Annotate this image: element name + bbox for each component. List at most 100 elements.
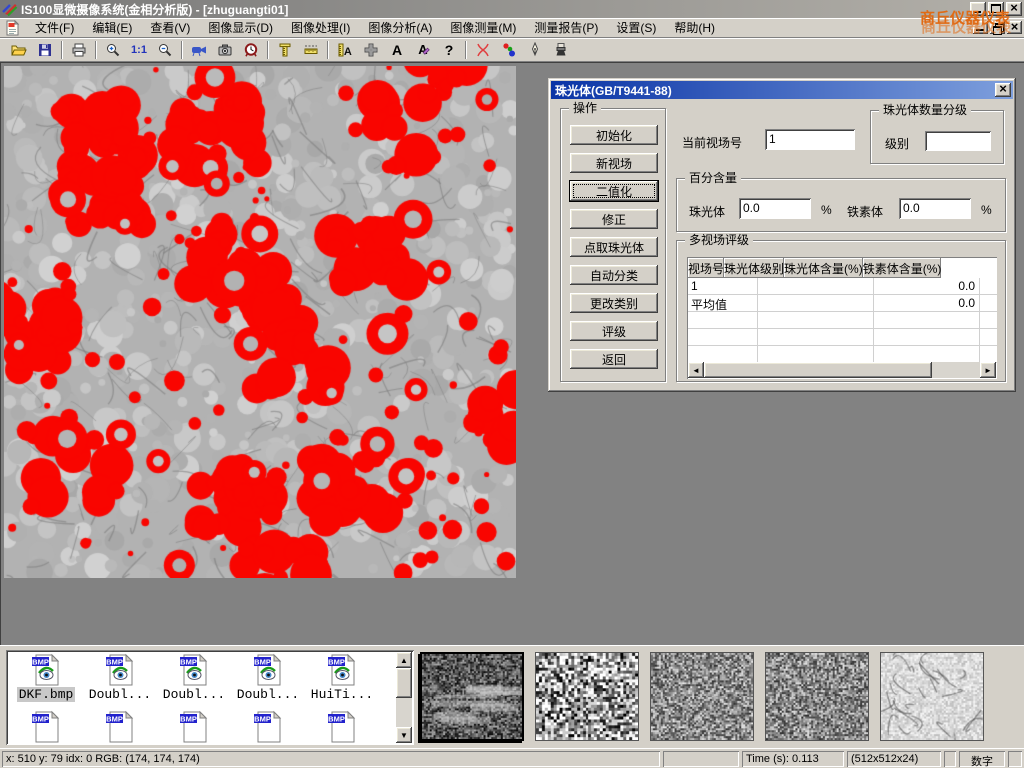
menu-item[interactable]: 文件(F) <box>26 17 83 38</box>
vscroll-thumb[interactable] <box>396 668 412 698</box>
file-item[interactable]: BMP Doubl... <box>231 653 305 702</box>
operation-button[interactable]: 评级 <box>570 321 658 341</box>
brush-icon <box>553 42 569 58</box>
scale-letter-icon: A <box>337 42 353 58</box>
zoom-out-button[interactable] <box>152 39 178 60</box>
operation-button[interactable]: 初始化 <box>570 125 658 145</box>
table-row[interactable]: 平均值 0.0 <box>688 295 997 312</box>
thumbnail-2[interactable] <box>535 652 639 741</box>
merge-grid-button[interactable] <box>358 39 384 60</box>
operation-button[interactable]: 返回 <box>570 349 658 369</box>
zoom-in-button[interactable] <box>100 39 126 60</box>
menu-item[interactable]: 帮助(H) <box>665 17 724 38</box>
column-header[interactable]: 视场号 <box>688 258 724 278</box>
scroll-up-icon[interactable] <box>396 652 412 668</box>
pearlite-percent-input[interactable]: 0.0 <box>739 198 811 219</box>
operation-button[interactable]: 二值化 <box>570 181 658 201</box>
column-header[interactable]: 珠光体含量(%) <box>784 258 863 278</box>
thumbnail-3[interactable] <box>650 652 754 741</box>
brush-tool-button[interactable] <box>548 39 574 60</box>
edit-text-button[interactable]: A <box>410 39 436 60</box>
print-button[interactable] <box>66 39 92 60</box>
file-item[interactable]: BMP Doubl... <box>83 653 157 702</box>
column-header[interactable]: 珠光体级别 <box>724 258 784 278</box>
menu-item[interactable]: 图像分析(A) <box>359 17 441 38</box>
scroll-down-icon[interactable] <box>396 727 412 743</box>
file-item[interactable]: BMP Doubl... <box>157 653 231 702</box>
menu-item[interactable]: 编辑(E) <box>83 17 141 38</box>
column-header[interactable]: 铁素体含量(%) <box>863 258 942 278</box>
file-item[interactable]: BMP <box>9 710 83 744</box>
percent-group: 百分含量 珠光体 0.0 % 铁素体 0.0 % <box>676 178 1006 232</box>
caliper-icon <box>277 42 293 58</box>
pen-tool-button[interactable] <box>522 39 548 60</box>
menu-item[interactable]: 测量报告(P) <box>525 17 607 38</box>
file-item[interactable]: BMP DKF.bmp <box>9 653 83 702</box>
save-button[interactable] <box>32 39 58 60</box>
dialog-title-bar[interactable]: 珠光体(GB/T9441-88) <box>551 81 1013 99</box>
thumbnail-4[interactable] <box>765 652 869 741</box>
maximize-icon[interactable] <box>988 2 1004 16</box>
current-field-input[interactable]: 1 <box>765 129 855 150</box>
menu-item[interactable]: 设置(S) <box>607 17 665 38</box>
metallograph-image[interactable] <box>4 66 516 578</box>
ferrite-percent-input[interactable]: 0.0 <box>899 198 971 219</box>
file-item[interactable]: BMP <box>157 710 231 744</box>
thumbnail-1[interactable] <box>420 652 524 741</box>
dialog-close-icon[interactable] <box>995 83 1011 97</box>
scale-calibration-button[interactable]: A <box>332 39 358 60</box>
caliper-measure-button[interactable] <box>272 39 298 60</box>
curve-tool-button[interactable] <box>470 39 496 60</box>
menu-item[interactable]: 图像显示(D) <box>199 17 282 38</box>
thumbnail-5[interactable] <box>880 652 984 741</box>
menu-item[interactable]: 查看(V) <box>141 17 199 38</box>
table-hscrollbar[interactable] <box>688 362 996 378</box>
text-annotation-button[interactable]: A <box>384 39 410 60</box>
filelist-vscrollbar[interactable] <box>396 652 412 743</box>
file-item[interactable]: BMP <box>83 710 157 744</box>
bmp-file-icon: BMP <box>29 653 63 687</box>
file-name: DKF.bmp <box>17 687 76 702</box>
open-button[interactable] <box>6 39 32 60</box>
operation-button[interactable]: 更改类别 <box>570 293 658 313</box>
operation-button[interactable]: 自动分类 <box>570 265 658 285</box>
hscroll-track[interactable] <box>932 362 980 378</box>
scroll-right-icon[interactable] <box>980 362 996 378</box>
menu-item[interactable]: 图像测量(M) <box>441 17 525 38</box>
file-item[interactable]: BMP <box>231 710 305 744</box>
ruler-measure-button[interactable] <box>298 39 324 60</box>
timer-button[interactable] <box>238 39 264 60</box>
particle-classify-button[interactable] <box>496 39 522 60</box>
ferrite-unit: % <box>981 203 992 217</box>
operation-button[interactable]: 修正 <box>570 209 658 229</box>
mdi-restore-icon[interactable] <box>990 21 1005 34</box>
table-row[interactable] <box>688 312 997 329</box>
time-status: Time (s): 0.113 <box>742 751 844 767</box>
actual-size-button[interactable]: 1:1 <box>126 39 152 60</box>
clock-icon <box>243 42 259 58</box>
snapshot-button[interactable] <box>212 39 238 60</box>
scroll-left-icon[interactable] <box>688 362 704 378</box>
table-row[interactable]: 1 0.0 <box>688 278 997 295</box>
minimize-icon[interactable] <box>970 2 986 16</box>
hscroll-thumb[interactable] <box>704 362 932 378</box>
app-window: IS100显微摄像系统(金相分析版) - [zhuguangti01] 商丘仪器… <box>0 0 1024 768</box>
bmp-file-icon: BMP <box>177 710 211 744</box>
mdi-minimize-icon[interactable] <box>973 21 988 34</box>
table-row[interactable] <box>688 346 997 363</box>
operation-button[interactable]: 点取珠光体 <box>570 237 658 257</box>
video-capture-button[interactable] <box>186 39 212 60</box>
floppy-disk-icon <box>37 42 53 58</box>
vscroll-track[interactable] <box>396 698 412 727</box>
table-row[interactable] <box>688 329 997 346</box>
file-item[interactable]: BMP HuiTi... <box>305 653 379 702</box>
menu-item[interactable]: 图像处理(I) <box>282 17 359 38</box>
help-button[interactable]: ? <box>436 39 462 60</box>
close-icon[interactable] <box>1006 2 1022 16</box>
level-input[interactable] <box>925 131 991 151</box>
document-icon[interactable] <box>4 20 20 36</box>
operation-button[interactable]: 新视场 <box>570 153 658 173</box>
file-item[interactable]: BMP <box>305 710 379 744</box>
mdi-close-icon[interactable] <box>1007 21 1022 34</box>
thumbnail-strip <box>420 652 984 741</box>
